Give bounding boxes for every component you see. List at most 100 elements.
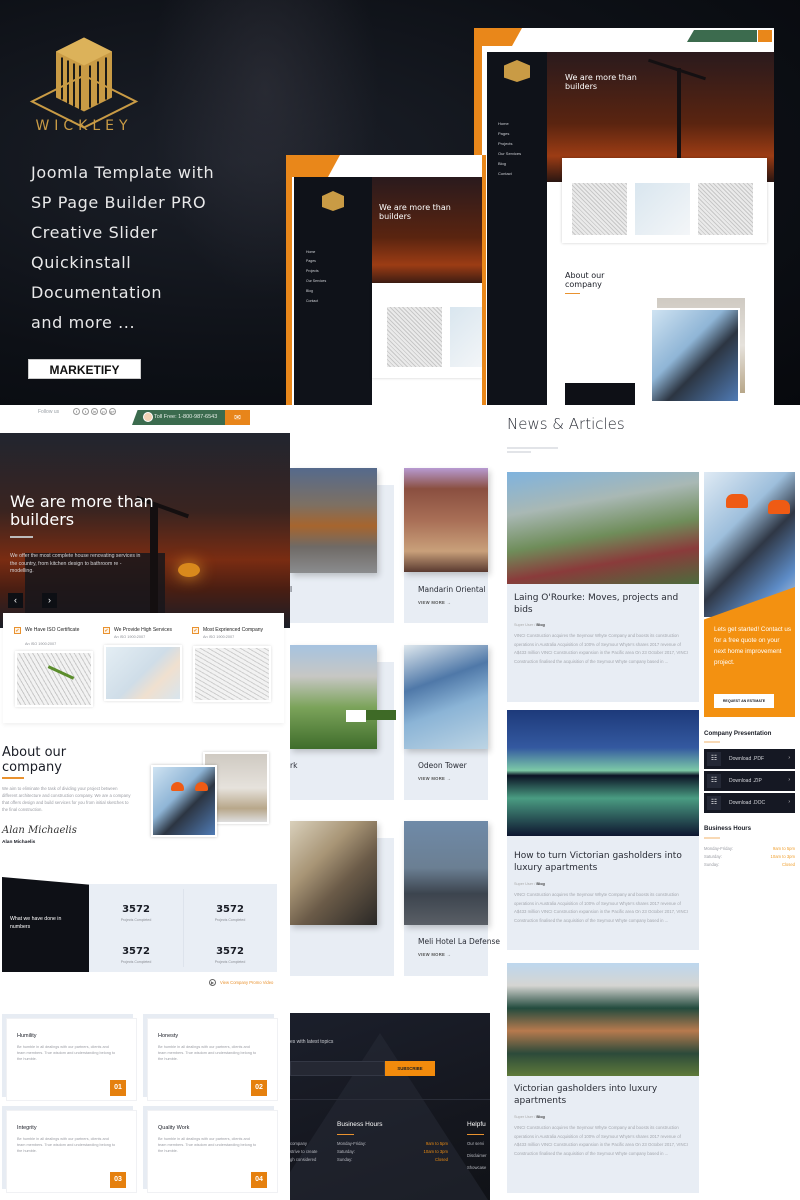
marketify-badge: MARKETIFY: [28, 359, 141, 379]
nav-pages: Pages: [498, 131, 510, 136]
document-icon: ☷: [707, 774, 721, 788]
nav-contact: Contact: [498, 171, 512, 176]
about-title: About our company: [2, 745, 67, 775]
news-title: News & Articles: [507, 415, 625, 433]
article-card[interactable]: How to turn Victorian gasholders into lu…: [507, 710, 699, 950]
project-image[interactable]: [404, 645, 488, 749]
signature-name: Alan Michaelis: [2, 840, 36, 845]
facebook-icon[interactable]: f: [73, 408, 80, 415]
chevron-right-icon: ›: [788, 799, 790, 805]
project-image[interactable]: [290, 468, 377, 573]
value-card: Humility Be humble in all dealings with …: [6, 1018, 137, 1101]
feature-line: Quickinstall: [31, 253, 132, 272]
article-excerpt: VINCI Construction acquires the Seymour …: [514, 1125, 688, 1156]
site-footer: es with latest topics SUBSCRIBE company …: [290, 1013, 490, 1200]
feature-line: Creative Slider: [31, 223, 158, 242]
footer-link[interactable]: Disclaimer: [467, 1153, 487, 1158]
project-image[interactable]: [404, 468, 488, 572]
article-title[interactable]: Laing O'Rourke: Moves, projects and bids: [514, 592, 694, 616]
slider-prev-button[interactable]: ‹: [8, 593, 23, 608]
article-card[interactable]: Victorian gasholders into luxury apartme…: [507, 963, 699, 1193]
signature: Alan Michaelis: [2, 825, 77, 836]
document-icon: ☷: [707, 796, 721, 810]
footer-link[interactable]: Our servi: [467, 1141, 484, 1146]
play-icon[interactable]: ▶: [209, 979, 216, 986]
project-title[interactable]: Mandarin Oriental: [418, 585, 486, 594]
project-image[interactable]: [290, 645, 377, 749]
estimate-cta: Lets get started! Contact us for a free …: [704, 472, 795, 717]
stat-item: 3572 Projects Completed: [120, 904, 152, 922]
slide-description: We offer the most complete house renovat…: [10, 553, 141, 574]
article-card[interactable]: Laing O'Rourke: Moves, projects and bids…: [507, 472, 699, 702]
feature-line: and more ...: [31, 313, 136, 332]
pinterest-icon[interactable]: p: [100, 408, 107, 415]
pyramid-background: [290, 1033, 490, 1200]
business-hours-title: Business Hours: [704, 825, 752, 832]
feature-line: SP Page Builder PRO: [31, 193, 207, 212]
sidebar-nav: [487, 52, 547, 405]
mini-slide-title: We are more than builders: [565, 73, 637, 91]
blog-preview: News & Articles Laing O'Rourke: Moves, p…: [500, 405, 800, 1200]
projects-preview: l Mandarin Oriental VIEW MORE → rk Odeon…: [290, 405, 500, 1200]
instagram-icon[interactable]: in: [91, 408, 98, 415]
project-image[interactable]: [290, 821, 377, 925]
sunset: [178, 563, 200, 577]
nav-projects: Projects: [498, 141, 513, 146]
preview-screen-small: Home Pages Projects Our Services Blog Co…: [292, 155, 482, 405]
article-meta: Super User / Blog: [514, 882, 545, 886]
download-pdf-button[interactable]: ☷ Download .PDF ›: [704, 749, 795, 769]
chevron-right-icon: ›: [788, 755, 790, 761]
twitter-icon[interactable]: t: [82, 408, 89, 415]
engineers-image: [151, 765, 217, 837]
nav-blog: Blog: [498, 161, 507, 166]
request-estimate-button[interactable]: REQUEST AN ESTIMATE: [714, 694, 774, 708]
feature-line: Documentation: [31, 283, 163, 302]
cta-text: Lets get started! Contact us for a free …: [714, 626, 792, 666]
article-image[interactable]: [507, 472, 699, 584]
divider: [290, 1099, 490, 1100]
view-more-link[interactable]: VIEW MORE →: [418, 952, 451, 957]
feature-list: Joomla Template with SP Page Builder PRO…: [31, 158, 214, 338]
slider-next-button[interactable]: ›: [42, 593, 57, 608]
about-underline: [2, 777, 24, 779]
promo-video-link[interactable]: View Company Promo Video: [220, 980, 273, 985]
article-title[interactable]: How to turn Victorian gasholders into lu…: [514, 850, 694, 874]
project-image[interactable]: [404, 821, 488, 925]
subscribe-button[interactable]: SUBSCRIBE: [385, 1061, 435, 1076]
logo-text: WICKLEY: [35, 118, 133, 134]
article-image[interactable]: [507, 963, 699, 1076]
mail-icon[interactable]: ✉: [225, 410, 250, 425]
check-icon: ✔: [103, 627, 110, 634]
article-image[interactable]: [507, 710, 699, 836]
homepage-preview: Follow us f t in p g+ Toll Free: 1-800-9…: [0, 405, 290, 1200]
project-title[interactable]: Meli Hotel La Defense: [418, 937, 500, 946]
view-more-link[interactable]: VIEW MORE →: [418, 600, 451, 605]
top-bar: Follow us f t in p g+ Toll Free: 1-800-9…: [0, 405, 290, 426]
newsletter-email-input[interactable]: [290, 1061, 385, 1076]
business-hours-title: Business Hours: [337, 1121, 383, 1128]
project-title[interactable]: Odeon Tower: [418, 761, 467, 770]
follow-label: Follow us: [38, 409, 60, 415]
nav-home: Home: [498, 121, 509, 126]
article-title[interactable]: Victorian gasholders into luxury apartme…: [514, 1083, 694, 1107]
helpful-links-title: Helpfu: [467, 1121, 486, 1128]
download-doc-button[interactable]: ☷ Download .DOC ›: [704, 793, 795, 813]
footer-link[interactable]: Showcase: [467, 1165, 486, 1170]
value-card: Integrity Be humble in all dealings with…: [6, 1110, 137, 1193]
presentation-title: Company Presentation: [704, 730, 772, 737]
mini-about-title: About our company: [565, 271, 605, 289]
title-underline: [10, 536, 33, 538]
article-meta: Super User / Blog: [514, 623, 545, 627]
newsletter-text: es with latest topics: [290, 1039, 334, 1045]
download-zip-button[interactable]: ☷ Download .ZIP ›: [704, 771, 795, 791]
floorplan-image: [193, 646, 271, 702]
features-card: ✔ We Have ISO Certificate An ISO 1900:20…: [3, 613, 284, 723]
chevron-right-icon: ›: [788, 777, 790, 783]
slide-title: We are more than builders: [10, 492, 154, 529]
mail-icon: [758, 30, 772, 42]
google-plus-icon[interactable]: g+: [109, 408, 116, 415]
numbers-heading: What we have done in numbers: [10, 916, 62, 930]
stat-item: 3572 Projects Completed: [214, 904, 246, 922]
document-icon: ☷: [707, 752, 721, 766]
view-more-link[interactable]: VIEW MORE →: [418, 776, 451, 781]
